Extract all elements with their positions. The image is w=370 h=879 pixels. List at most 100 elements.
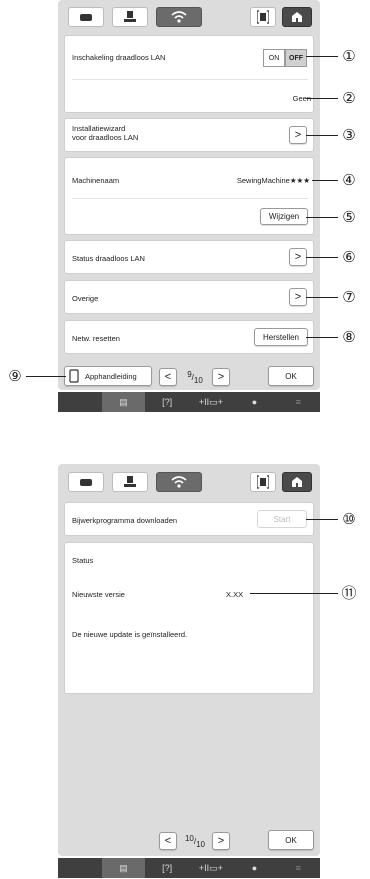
- page-next-button[interactable]: >: [212, 368, 230, 386]
- home-icon: [292, 477, 302, 487]
- page-next-button[interactable]: >: [212, 832, 230, 850]
- needle-threader-icon[interactable]: +II▭+: [189, 858, 233, 878]
- card-divider: [72, 79, 308, 80]
- machine-name-value: SewingMachine★★★: [236, 176, 310, 185]
- other-open-button[interactable]: >: [289, 288, 307, 306]
- callout-2: ②: [342, 89, 356, 107]
- capture-icon: [257, 475, 269, 489]
- screenshot-button[interactable]: [250, 472, 276, 492]
- page-total: 10: [196, 839, 206, 849]
- callout-line-1: [306, 56, 338, 57]
- wlan-status-open-button[interactable]: >: [289, 248, 307, 266]
- chevron-right-icon: >: [294, 129, 302, 141]
- wlan-off-button[interactable]: OFF: [285, 49, 307, 67]
- app-manual-label: Apphandleiding: [85, 371, 137, 381]
- page-icon[interactable]: ▤: [101, 392, 146, 412]
- network-name-value: Geen: [292, 94, 311, 103]
- other-label: Overige: [72, 294, 99, 303]
- callout-7: ⑦: [342, 288, 356, 306]
- update-status-card: [64, 542, 314, 694]
- tab-machine-settings[interactable]: [68, 472, 104, 492]
- callout-line-10: [306, 519, 338, 520]
- callout-line-3: [306, 135, 338, 136]
- page-current: 10: [184, 833, 194, 843]
- callout-line-7: [306, 297, 338, 298]
- chevron-right-icon: >: [217, 371, 225, 383]
- wlan-wizard-label-line2: voor draadloos LAN: [72, 133, 139, 142]
- callout-line-9: [26, 376, 66, 377]
- start-download-button[interactable]: Start: [257, 510, 307, 528]
- help-icon[interactable]: [?]: [145, 392, 189, 412]
- wlan-wizard-open-button[interactable]: >: [289, 126, 307, 144]
- chevron-right-icon: >: [294, 251, 302, 263]
- home-icon: [292, 12, 302, 22]
- callout-line-5: [306, 217, 338, 218]
- tablet-icon: [69, 369, 79, 383]
- wlan-status-label: Status draadloos LAN: [72, 254, 145, 263]
- wlan-on-button[interactable]: ON: [263, 49, 285, 67]
- ok-button[interactable]: OK: [268, 830, 314, 850]
- statusbar-spacer: [58, 858, 102, 878]
- change-machine-name-button[interactable]: Wijzigen: [260, 208, 308, 225]
- card-divider: [72, 198, 308, 199]
- clock-icon[interactable]: ●: [233, 392, 277, 412]
- wlan-toggle[interactable]: ON OFF: [263, 49, 307, 67]
- download-update-label: Bijwerkprogramma downloaden: [72, 516, 178, 525]
- tab-embroidery-settings[interactable]: [112, 472, 148, 492]
- wlan-enable-label: Inschakeling draadloos LAN: [72, 53, 166, 62]
- callout-line-6: [306, 257, 338, 258]
- page-current: 9: [187, 369, 192, 379]
- needle-threader-icon[interactable]: +II▭+: [189, 392, 233, 412]
- callout-1: ①: [342, 47, 356, 65]
- page-indicator: 10/10: [184, 833, 206, 849]
- home-button[interactable]: [282, 7, 312, 27]
- callout-line-8: [306, 337, 338, 338]
- network-reset-label: Netw. resetten: [72, 334, 120, 343]
- embroidery-settings-icon: [124, 476, 136, 487]
- callout-11: ⑪: [341, 584, 357, 602]
- callout-10: ⑩: [342, 510, 356, 528]
- sewing-settings-icon: [80, 479, 92, 486]
- screenshot-button[interactable]: [250, 7, 276, 27]
- wifi-status-icon[interactable]: ≡: [276, 858, 320, 878]
- home-button[interactable]: [282, 472, 312, 492]
- page-icon[interactable]: ▤: [101, 858, 146, 878]
- page-prev-button[interactable]: <: [159, 368, 177, 386]
- machine-name-label: Machinenaam: [72, 176, 120, 185]
- sewing-settings-icon: [80, 14, 92, 21]
- help-icon[interactable]: [?]: [145, 858, 189, 878]
- callout-line-4: [312, 180, 338, 181]
- tab-embroidery-settings[interactable]: [112, 7, 148, 27]
- callout-5: ⑤: [342, 208, 356, 226]
- status-bar: ▤ [?] +II▭+ ● ≡: [58, 858, 320, 878]
- embroidery-settings-icon: [124, 11, 136, 22]
- clock-icon[interactable]: ●: [233, 858, 277, 878]
- callout-line-2: [306, 98, 338, 99]
- ok-button[interactable]: OK: [268, 366, 314, 386]
- callout-9: ⑨: [8, 367, 22, 385]
- page-prev-button[interactable]: <: [159, 832, 177, 850]
- app-manual-button[interactable]: Apphandleiding: [64, 366, 152, 386]
- other-card[interactable]: [64, 280, 314, 314]
- wifi-icon: [171, 476, 187, 488]
- page-indicator: 9/10: [187, 369, 203, 385]
- chevron-left-icon: <: [164, 835, 172, 847]
- update-message: De nieuwe update is geïnstalleerd.: [72, 630, 188, 639]
- callout-line-11: [250, 593, 338, 594]
- tab-machine-settings[interactable]: [68, 7, 104, 27]
- latest-version-value: X.XX: [226, 590, 244, 599]
- tab-wlan-settings[interactable]: [156, 7, 202, 27]
- statusbar-spacer: [58, 392, 102, 412]
- tab-wlan-settings[interactable]: [156, 472, 202, 492]
- network-reset-button[interactable]: Herstellen: [254, 328, 308, 346]
- callout-6: ⑥: [342, 248, 356, 266]
- wifi-icon: [171, 11, 187, 23]
- callout-3: ③: [342, 126, 356, 144]
- callout-4: ④: [342, 171, 356, 189]
- callout-8: ⑧: [342, 328, 356, 346]
- wifi-status-icon[interactable]: ≡: [276, 392, 320, 412]
- capture-icon: [257, 10, 269, 24]
- update-status-heading: Status: [72, 556, 94, 565]
- chevron-right-icon: >: [217, 835, 225, 847]
- chevron-left-icon: <: [164, 371, 172, 383]
